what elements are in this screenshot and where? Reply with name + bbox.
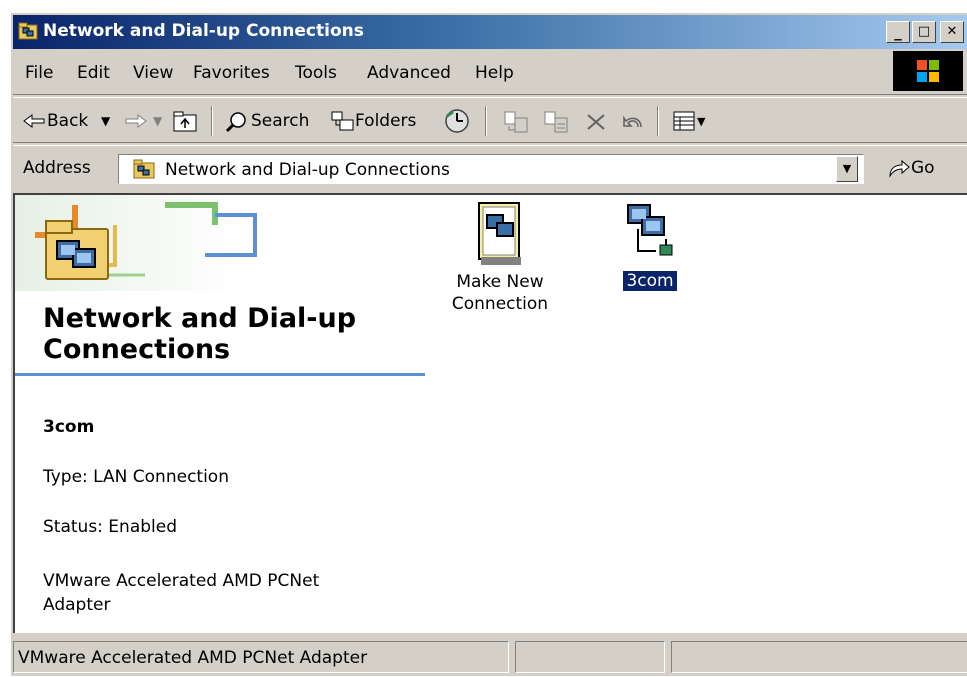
folders-icon[interactable] (331, 110, 355, 132)
menu-help[interactable]: Help (475, 63, 514, 83)
network-connections-folder-icon (45, 220, 109, 280)
make-new-connection-item[interactable]: Make New Connection (435, 195, 565, 315)
toolbar-separator (485, 106, 487, 136)
info-pane: Network and Dial-up Connections 3com Typ… (15, 195, 425, 633)
menu-file[interactable]: File (25, 63, 53, 83)
views-dropdown-icon[interactable]: ▼ (697, 115, 705, 128)
undo-icon[interactable] (621, 112, 645, 132)
selected-item-name: 3com (43, 417, 95, 437)
toolbar-separator (657, 106, 659, 136)
address-label: Address (23, 158, 91, 178)
go-button[interactable]: Go (911, 158, 935, 178)
make-new-connection-label: Make New Connection (451, 272, 549, 314)
go-arrow-icon[interactable] (887, 159, 911, 179)
status-bar: VMware Accelerated AMD PCNet Adapter (13, 637, 967, 677)
menu-favorites[interactable]: Favorites (193, 63, 270, 83)
make-new-connection-icon (478, 202, 521, 265)
search-icon[interactable] (225, 110, 249, 134)
menu-edit[interactable]: Edit (77, 63, 110, 83)
connection-status: Status: Enabled (43, 517, 177, 537)
address-input[interactable]: Network and Dial-up Connections (118, 154, 864, 184)
folders-button[interactable]: Folders (355, 111, 416, 131)
menu-advanced[interactable]: Advanced (367, 63, 451, 83)
address-bar: Address Network and Dial-up Connections … (13, 145, 967, 191)
window-title: Network and Dial-up Connections (43, 21, 364, 41)
status-panel-zone (671, 641, 967, 673)
explorer-window: Network and Dial-up Connections _ □ ✕ Fi… (10, 12, 967, 676)
pane-divider (15, 373, 425, 376)
back-arrow-icon[interactable] (23, 113, 45, 129)
content-area: Network and Dial-up Connections 3com Typ… (13, 193, 967, 633)
lan-connection-item[interactable]: 3com (595, 195, 705, 291)
menu-tools[interactable]: Tools (295, 63, 337, 83)
forward-dropdown-icon[interactable]: ▼ (153, 114, 162, 128)
connection-type: Type: LAN Connection (43, 467, 229, 487)
status-panel-main: VMware Accelerated AMD PCNet Adapter (13, 641, 509, 673)
standard-toolbar: Back ▼ ▼ Search Folders ▼ (13, 97, 967, 143)
move-to-icon[interactable] (503, 110, 529, 134)
title-bar[interactable]: Network and Dial-up Connections _ □ ✕ (13, 15, 967, 49)
views-icon[interactable] (673, 111, 695, 131)
maximize-button[interactable]: □ (912, 21, 936, 43)
copy-to-icon[interactable] (543, 110, 569, 134)
history-icon[interactable] (443, 108, 471, 134)
pane-title: Network and Dial-up Connections (43, 303, 357, 365)
address-value: Network and Dial-up Connections (165, 160, 450, 180)
status-panel-secondary (515, 641, 665, 673)
adapter-name: VMware Accelerated AMD PCNet Adapter (43, 571, 320, 615)
delete-icon[interactable] (585, 112, 607, 132)
back-dropdown-icon[interactable]: ▼ (101, 114, 110, 128)
status-text: VMware Accelerated AMD PCNet Adapter (18, 648, 368, 668)
lan-connection-label: 3com (623, 271, 677, 291)
address-dropdown-button[interactable]: ▼ (836, 156, 858, 182)
toolbar-separator (211, 106, 213, 136)
menu-bar: File Edit View Favorites Tools Advanced … (13, 51, 967, 95)
back-button[interactable]: Back (47, 111, 88, 131)
minimize-button[interactable]: _ (886, 21, 910, 43)
lan-connection-icon (627, 204, 673, 256)
up-folder-icon[interactable] (173, 110, 197, 132)
network-folder-icon (133, 159, 155, 179)
menu-view[interactable]: View (133, 63, 173, 83)
windows-logo (893, 51, 963, 91)
forward-arrow-icon[interactable] (125, 113, 147, 129)
network-folder-icon (18, 22, 38, 40)
search-button[interactable]: Search (251, 111, 309, 131)
windows-flag-icon (917, 60, 939, 82)
close-button[interactable]: ✕ (940, 21, 964, 43)
